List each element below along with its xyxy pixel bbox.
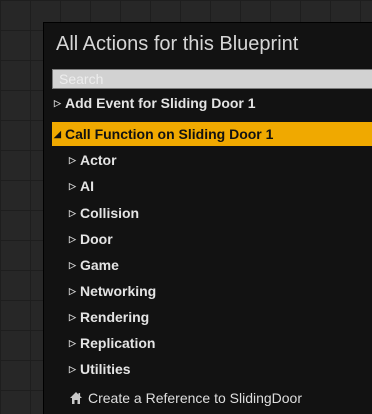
tree-item-door[interactable]: ▷ Door — [69, 227, 113, 251]
expand-arrow-icon[interactable]: ▷ — [69, 253, 77, 277]
tree-item-label: Collision — [80, 205, 140, 221]
blueprint-graph-background: All Actions for this Blueprint ▷Add Even… — [0, 0, 372, 414]
tree-item-replication[interactable]: ▷ Replication — [69, 331, 155, 355]
tree-item-label: Networking — [80, 283, 157, 299]
tree-item-actor[interactable]: ▷ Actor — [69, 148, 117, 172]
tree-item-label: Utilities — [80, 361, 131, 377]
tree-item-call-function[interactable]: ◢ Call Function on Sliding Door 1 — [52, 122, 372, 146]
tree-item-ai[interactable]: ▷ AI — [69, 174, 94, 198]
tree-item-label: AI — [80, 178, 94, 194]
tree-item-label: Rendering — [80, 309, 150, 325]
expand-arrow-icon[interactable]: ▷ — [69, 227, 77, 251]
expand-arrow-icon[interactable]: ▷ — [69, 148, 77, 172]
tree-item-label: Call Function on Sliding Door 1 — [65, 126, 274, 142]
expand-arrow-icon[interactable]: ▷ — [69, 201, 77, 225]
expand-arrow-icon[interactable]: ▷ — [54, 91, 62, 115]
tree-item-game[interactable]: ▷ Game — [69, 253, 119, 277]
tree-item-networking[interactable]: ▷ Networking — [69, 279, 156, 303]
create-reference-item[interactable]: Create a Reference to SlidingDoor — [69, 386, 302, 410]
house-icon — [70, 392, 82, 404]
tree-item-rendering[interactable]: ▷ Rendering — [69, 305, 149, 329]
tree-item-label: Door — [80, 231, 113, 247]
actions-context-menu: All Actions for this Blueprint ▷Add Even… — [43, 22, 372, 414]
tree-item-add-event[interactable]: ▷ Add Event for Sliding Door 1 — [54, 91, 256, 115]
expand-arrow-icon[interactable]: ▷ — [69, 331, 77, 355]
tree-item-label: Add Event for Sliding Door 1 — [65, 95, 256, 111]
menu-title: All Actions for this Blueprint — [56, 33, 299, 55]
tree-item-label: Actor — [80, 152, 117, 168]
tree-item-collision[interactable]: ▷ Collision — [69, 201, 139, 225]
collapse-arrow-icon[interactable]: ◢ — [52, 122, 62, 146]
expand-arrow-icon[interactable]: ▷ — [69, 174, 77, 198]
search-input[interactable] — [52, 69, 372, 89]
expand-arrow-icon[interactable]: ▷ — [69, 279, 77, 303]
expand-arrow-icon[interactable]: ▷ — [69, 305, 77, 329]
tree-item-label: Game — [80, 257, 119, 273]
create-reference-label: Create a Reference to SlidingDoor — [88, 390, 303, 406]
tree-item-label: Replication — [80, 335, 156, 351]
tree-item-utilities[interactable]: ▷ Utilities — [69, 357, 131, 381]
expand-arrow-icon[interactable]: ▷ — [69, 357, 77, 381]
